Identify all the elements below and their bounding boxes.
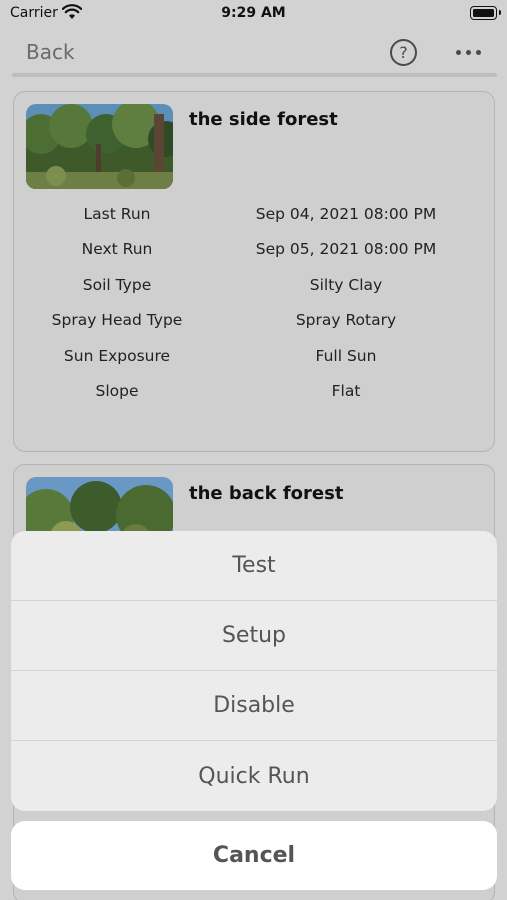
action-quick-run-button[interactable]: Quick Run: [11, 741, 497, 811]
detail-label: Last Run: [83, 205, 151, 223]
status-bar: Carrier 9:29 AM: [0, 0, 507, 28]
detail-label: Slope: [95, 381, 139, 400]
detail-value: Spray Rotary: [295, 311, 397, 330]
detail-row: Soil Type Silty Clay: [14, 267, 494, 302]
nav-divider: [12, 73, 497, 77]
battery-icon: [470, 6, 501, 20]
action-sheet: Test Setup Disable Quick Run: [11, 531, 497, 811]
detail-row: Next Run Sep 05, 2021 08:00 PM: [14, 231, 494, 266]
detail-value: Sep 04, 2021 08:00 PM: [255, 205, 437, 223]
zone-details: Last Run Sep 04, 2021 08:00 PM Next Run …: [14, 196, 494, 408]
detail-value: Silty Clay: [309, 275, 383, 294]
detail-row: Last Run Sep 04, 2021 08:00 PM: [14, 196, 494, 231]
action-disable-button[interactable]: Disable: [11, 671, 497, 741]
detail-value: Flat: [331, 381, 361, 400]
help-icon[interactable]: ?: [390, 39, 417, 66]
nav-bar: Back ?: [0, 28, 507, 78]
detail-value: Sep 05, 2021 08:00 PM: [255, 240, 437, 259]
action-setup-button[interactable]: Setup: [11, 601, 497, 671]
status-time: 9:29 AM: [221, 5, 286, 21]
detail-label: Sun Exposure: [63, 346, 171, 365]
zone-title: the back forest: [189, 483, 344, 504]
cancel-button[interactable]: Cancel: [11, 821, 497, 890]
more-icon[interactable]: [455, 50, 483, 56]
zone-photo: [26, 104, 173, 189]
detail-row: Sun Exposure Full Sun: [14, 338, 494, 373]
detail-label: Soil Type: [82, 275, 152, 294]
detail-row: Slope Flat: [14, 373, 494, 408]
detail-label: Next Run: [81, 240, 153, 259]
action-test-button[interactable]: Test: [11, 531, 497, 601]
back-button[interactable]: Back: [26, 40, 75, 64]
zone-title: the side forest: [189, 109, 338, 130]
detail-label: Spray Head Type: [51, 311, 183, 330]
detail-row: Spray Head Type Spray Rotary: [14, 302, 494, 337]
detail-value: Full Sun: [315, 346, 377, 365]
zone-card[interactable]: the side forest Last Run Sep 04, 2021 08…: [13, 91, 495, 452]
